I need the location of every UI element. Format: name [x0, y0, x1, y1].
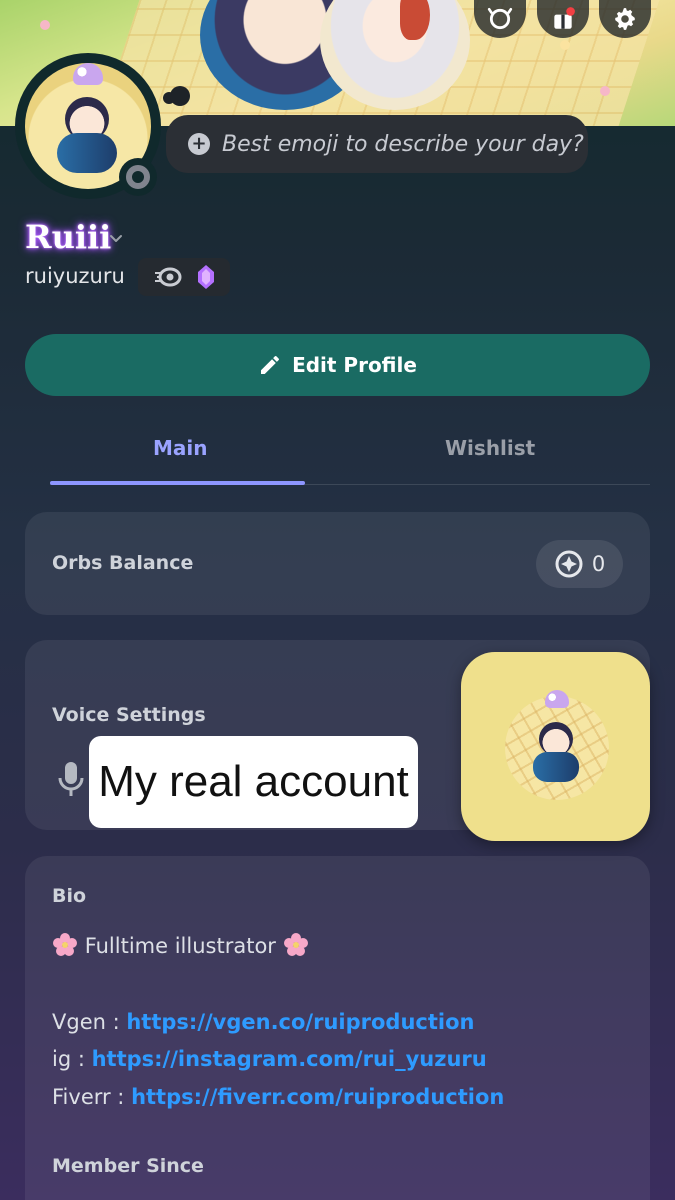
orbs-balance-value: 0 — [591, 552, 606, 576]
bio-link-prefix: Vgen : — [52, 1010, 127, 1034]
bio-link-line: Vgen : https://vgen.co/ruiproduction — [52, 1010, 474, 1034]
active-tab-indicator — [50, 481, 305, 485]
banner-flower — [560, 40, 570, 50]
banner-flower — [600, 86, 610, 96]
shop-icon — [487, 7, 513, 30]
bio-title-line: Fulltime illustrator — [52, 932, 309, 958]
thumbnail-face — [539, 722, 573, 756]
fiverr-link[interactable]: https://fiverr.com/ruiproduction — [131, 1085, 504, 1109]
bio-label: Bio — [52, 885, 87, 907]
thought-bubble-dot — [170, 86, 190, 106]
bio-link-prefix: Fiverr : — [52, 1085, 132, 1109]
orbs-balance-label: Orbs Balance — [52, 552, 194, 574]
settings-icon — [615, 8, 635, 30]
pencil-icon — [261, 356, 280, 374]
nitro-badge-icon[interactable] — [153, 266, 183, 288]
caption-sticker: My real account — [89, 736, 418, 828]
member-since-label: Member Since — [52, 1155, 204, 1177]
chevron-down-icon[interactable] — [106, 228, 126, 248]
display-name: Ruiii — [25, 218, 112, 256]
bio-link-line: Fiverr : https://fiverr.com/ruiproductio… — [52, 1085, 504, 1109]
bio-link-prefix: ig : — [52, 1047, 92, 1071]
bio-link-line: ig : https://instagram.com/rui_yuzuru — [52, 1047, 487, 1071]
orb-icon — [555, 550, 583, 578]
instagram-link[interactable]: https://instagram.com/rui_yuzuru — [92, 1047, 487, 1071]
add-status-icon: + — [188, 133, 210, 155]
avatar-body — [57, 133, 117, 173]
voice-settings-label: Voice Settings — [52, 704, 206, 726]
edit-profile-label: Edit Profile — [292, 353, 417, 377]
bio-title-text: Fulltime illustrator — [84, 934, 276, 958]
cherry-blossom-icon — [283, 933, 308, 956]
custom-status-placeholder: Best emoji to describe your day? — [222, 131, 584, 157]
profile-picture-thumbnail — [461, 652, 650, 841]
offline-status-indicator — [119, 158, 157, 196]
thumbnail-mushroom-hat — [545, 690, 569, 708]
badge-container[interactable] — [138, 258, 230, 296]
tab-wishlist[interactable]: Wishlist — [445, 436, 535, 460]
username: ruiyuzuru — [25, 264, 125, 288]
avatar-mushroom-hat — [73, 63, 103, 85]
orbs-balance-pill[interactable]: 0 — [536, 540, 623, 588]
custom-status-bubble[interactable]: + Best emoji to describe your day? — [166, 115, 588, 173]
tab-main[interactable]: Main — [153, 436, 208, 460]
edit-profile-button[interactable]: Edit Profile — [25, 334, 650, 396]
banner-flower — [40, 20, 50, 30]
boost-gem-icon[interactable] — [196, 264, 216, 290]
vgen-link[interactable]: https://vgen.co/ruiproduction — [126, 1010, 474, 1034]
cherry-blossom-icon — [53, 933, 77, 956]
thumbnail-body — [533, 752, 579, 782]
microphone-icon — [58, 762, 84, 796]
nitro-gift-icon — [554, 7, 575, 29]
